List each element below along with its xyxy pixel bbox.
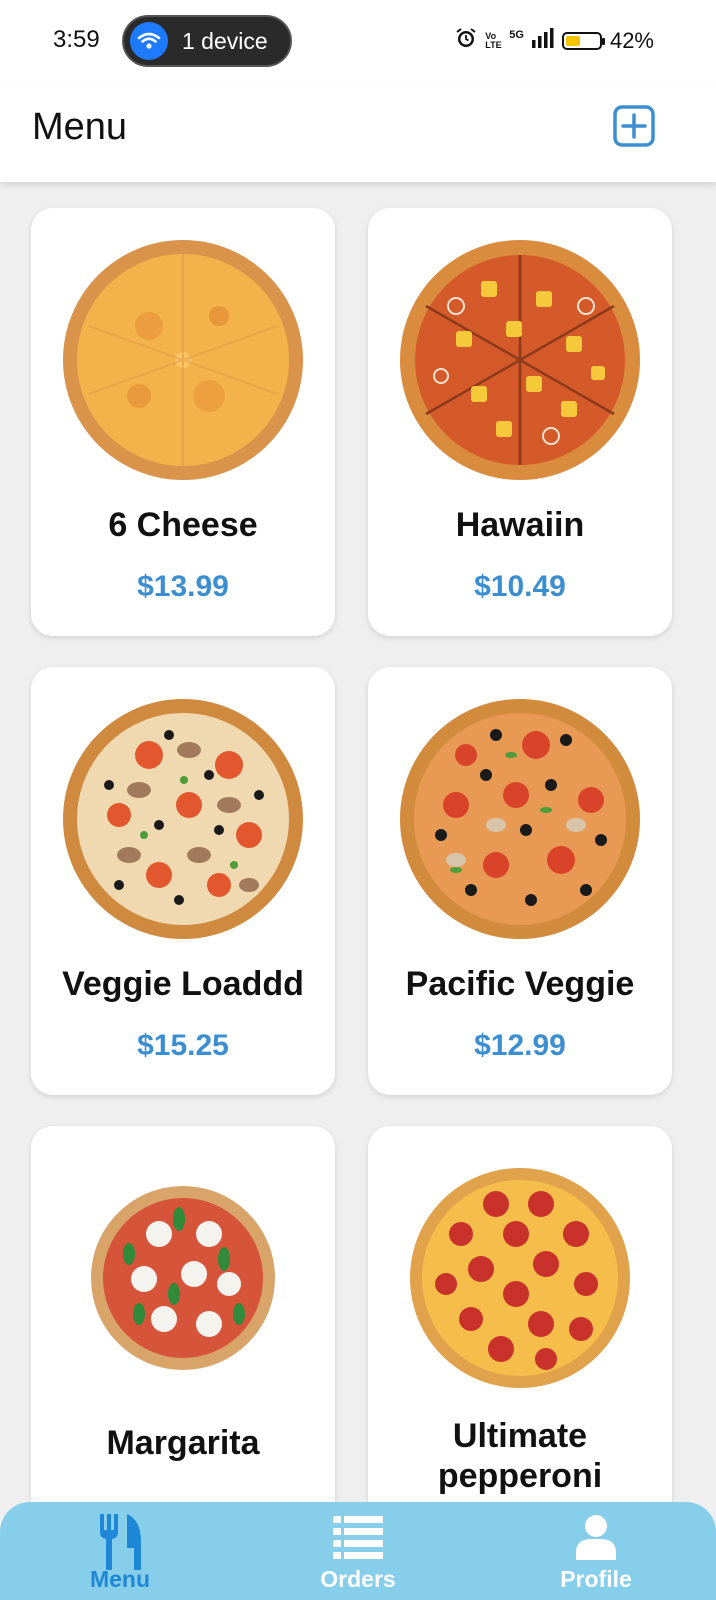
volte-icon: Vo LTE (485, 31, 502, 50)
menu-item-name: Veggie Loaddd (62, 965, 304, 1003)
menu-item-name: 6 Cheese (108, 506, 258, 544)
menu-item-name: Hawaiin (455, 506, 585, 544)
menu-item-card[interactable]: Ultimate pepperoni (368, 1126, 672, 1502)
menu-item-name: Pacific Veggie (405, 965, 635, 1003)
menu-item-price: $10.49 (474, 570, 566, 603)
pepperoni-pizza-image (410, 1168, 630, 1388)
nav-label-orders: Orders (320, 1566, 396, 1592)
status-time: 3:59 (53, 26, 100, 53)
nav-tab-menu[interactable]: Menu (50, 1502, 190, 1600)
menu-item-price: $13.99 (137, 570, 229, 603)
menu-item-card[interactable]: Pacific Veggie $12.99 (368, 667, 672, 1095)
menu-item-price: $12.99 (474, 1029, 566, 1062)
alarm-icon (455, 27, 477, 55)
menu-item-card[interactable]: Margarita (31, 1126, 335, 1502)
menu-item-card[interactable]: 6 Cheese $13.99 (31, 208, 335, 636)
device-label: 1 device (182, 28, 268, 54)
nav-tab-orders[interactable]: Orders (288, 1502, 428, 1600)
nav-label-profile: Profile (560, 1566, 632, 1592)
connected-device-pill[interactable]: 1 device (122, 15, 292, 67)
battery-icon (561, 32, 605, 50)
menu-item-name: Margarita (106, 1424, 260, 1462)
network-label: 5G (509, 29, 524, 41)
user-icon (576, 1514, 616, 1565)
menu-item-price: $15.25 (137, 1029, 229, 1062)
menu-item-card[interactable]: Hawaiin $10.49 (368, 208, 672, 636)
cheese-pizza-image (63, 240, 303, 480)
list-icon (333, 1516, 383, 1565)
nav-tab-profile[interactable]: Profile (526, 1502, 666, 1600)
add-item-button[interactable] (612, 104, 656, 148)
app-header: Menu (0, 84, 716, 182)
status-icons: Vo LTE 5G 42% (455, 27, 654, 55)
pacific-veggie-pizza-image (400, 699, 640, 939)
plus-square-icon (613, 105, 655, 147)
battery-percent: 42% (609, 28, 654, 53)
margherita-pizza-image (91, 1186, 275, 1370)
status-bar: 3:59 1 device Vo LTE 5G 42% (0, 0, 716, 84)
menu-grid: 6 Cheese $13.99 Hawaiin $10.49 Veggie Lo… (0, 182, 716, 1502)
nav-label-menu: Menu (89, 1566, 151, 1592)
signal-icon (531, 28, 554, 54)
menu-item-name: Ultimate pepperoni (437, 1417, 603, 1495)
hawaiian-pizza-image (400, 240, 640, 480)
wifi-icon (130, 22, 168, 60)
veggie-pizza-image (63, 699, 303, 939)
page-title: Menu (32, 106, 128, 148)
bottom-navigation: Menu Orders Profile (0, 1502, 716, 1600)
menu-item-card[interactable]: Veggie Loaddd $15.25 (31, 667, 335, 1095)
